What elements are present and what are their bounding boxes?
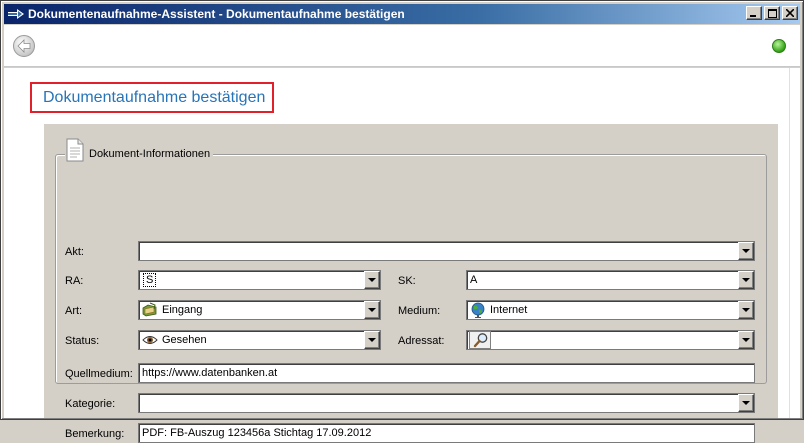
- art-dropdown-button[interactable]: [364, 301, 380, 319]
- art-combobox[interactable]: Eingang: [138, 300, 381, 320]
- title-bar[interactable]: Dokumentenaufnahme-Assistent - Dokumenta…: [4, 4, 800, 24]
- adressat-value-wrap: [467, 331, 738, 349]
- akt-dropdown-button[interactable]: [738, 242, 754, 260]
- vertical-scrollbar[interactable]: [789, 68, 800, 418]
- quellmedium-value: https://www.datenbanken.at: [142, 367, 278, 379]
- status-value-wrap: Gesehen: [139, 332, 364, 348]
- adressat-combobox[interactable]: [466, 330, 755, 350]
- maximize-button[interactable]: [764, 6, 780, 20]
- status-indicator-light: [772, 39, 786, 53]
- magnifier-icon: [473, 333, 487, 348]
- sk-combobox[interactable]: A: [466, 270, 755, 290]
- quellmedium-input[interactable]: https://www.datenbanken.at: [138, 363, 755, 383]
- adressat-label: Adressat:: [398, 335, 445, 347]
- group-header: Dokument-Informationen: [65, 138, 214, 162]
- status-dropdown-button[interactable]: [364, 331, 380, 349]
- sk-value: A: [470, 274, 478, 286]
- ra-value: S: [143, 273, 157, 287]
- wizard-window: Dokumentenaufnahme-Assistent - Dokumenta…: [0, 0, 804, 443]
- medium-value: Internet: [490, 304, 528, 316]
- back-button[interactable]: [13, 35, 35, 57]
- close-icon: [786, 9, 794, 17]
- ra-label: RA:: [65, 275, 84, 287]
- quellmedium-label: Quellmedium:: [65, 368, 133, 380]
- close-button[interactable]: [782, 6, 798, 20]
- medium-label: Medium:: [398, 305, 441, 317]
- form-panel: Dokument-Informationen Akt: RA: S SK: A: [44, 124, 778, 443]
- art-value: Eingang: [162, 304, 203, 316]
- bemerkung-value: PDF: FB-Auszug 123456a Stichtag 17.09.20…: [142, 427, 372, 439]
- status-label: Status:: [65, 335, 100, 347]
- ra-combobox[interactable]: S: [138, 270, 381, 290]
- window-title: Dokumentenaufnahme-Assistent - Dokumenta…: [28, 7, 405, 21]
- arrow-left-icon: [17, 39, 31, 53]
- medium-combobox[interactable]: Internet: [466, 300, 755, 320]
- medium-dropdown-button[interactable]: [738, 301, 754, 319]
- kategorie-combobox[interactable]: [138, 393, 755, 413]
- art-value-wrap: Eingang: [139, 302, 364, 318]
- page-title-text: Dokumentaufnahme bestätigen: [43, 88, 266, 106]
- akt-combobox[interactable]: [138, 241, 755, 261]
- kategorie-label: Kategorie:: [65, 398, 116, 410]
- sk-dropdown-button[interactable]: [738, 271, 754, 289]
- toolbar: [4, 25, 800, 67]
- eye-icon: [142, 336, 158, 344]
- kategorie-dropdown-button[interactable]: [738, 394, 754, 412]
- akt-label: Akt:: [65, 246, 84, 258]
- caption-buttons: [744, 6, 798, 20]
- minimize-icon: [750, 15, 756, 17]
- status-combobox[interactable]: Gesehen: [138, 330, 381, 350]
- content-area: Dokumentaufnahme bestätigen Dokument-Inf…: [4, 68, 789, 443]
- status-value: Gesehen: [162, 334, 207, 346]
- globe-icon: [471, 302, 485, 318]
- art-label: Art:: [65, 305, 83, 317]
- arrow-right-icon: [8, 9, 24, 19]
- sk-label: SK:: [398, 275, 416, 287]
- adressat-search-button[interactable]: [469, 331, 491, 349]
- bemerkung-label: Bemerkung:: [65, 428, 125, 440]
- group-label: Dokument-Informationen: [89, 148, 211, 160]
- bemerkung-input[interactable]: PDF: FB-Auszug 123456a Stichtag 17.09.20…: [138, 423, 755, 443]
- minimize-button[interactable]: [746, 6, 762, 20]
- folder-icon: [142, 302, 157, 317]
- adressat-dropdown-button[interactable]: [738, 331, 754, 349]
- medium-value-wrap: Internet: [467, 302, 738, 318]
- page-title: Dokumentaufnahme bestätigen: [30, 82, 274, 113]
- maximize-icon: [767, 8, 777, 18]
- document-icon: [66, 138, 84, 162]
- ra-value-wrap: S: [139, 273, 364, 287]
- ra-dropdown-button[interactable]: [364, 271, 380, 289]
